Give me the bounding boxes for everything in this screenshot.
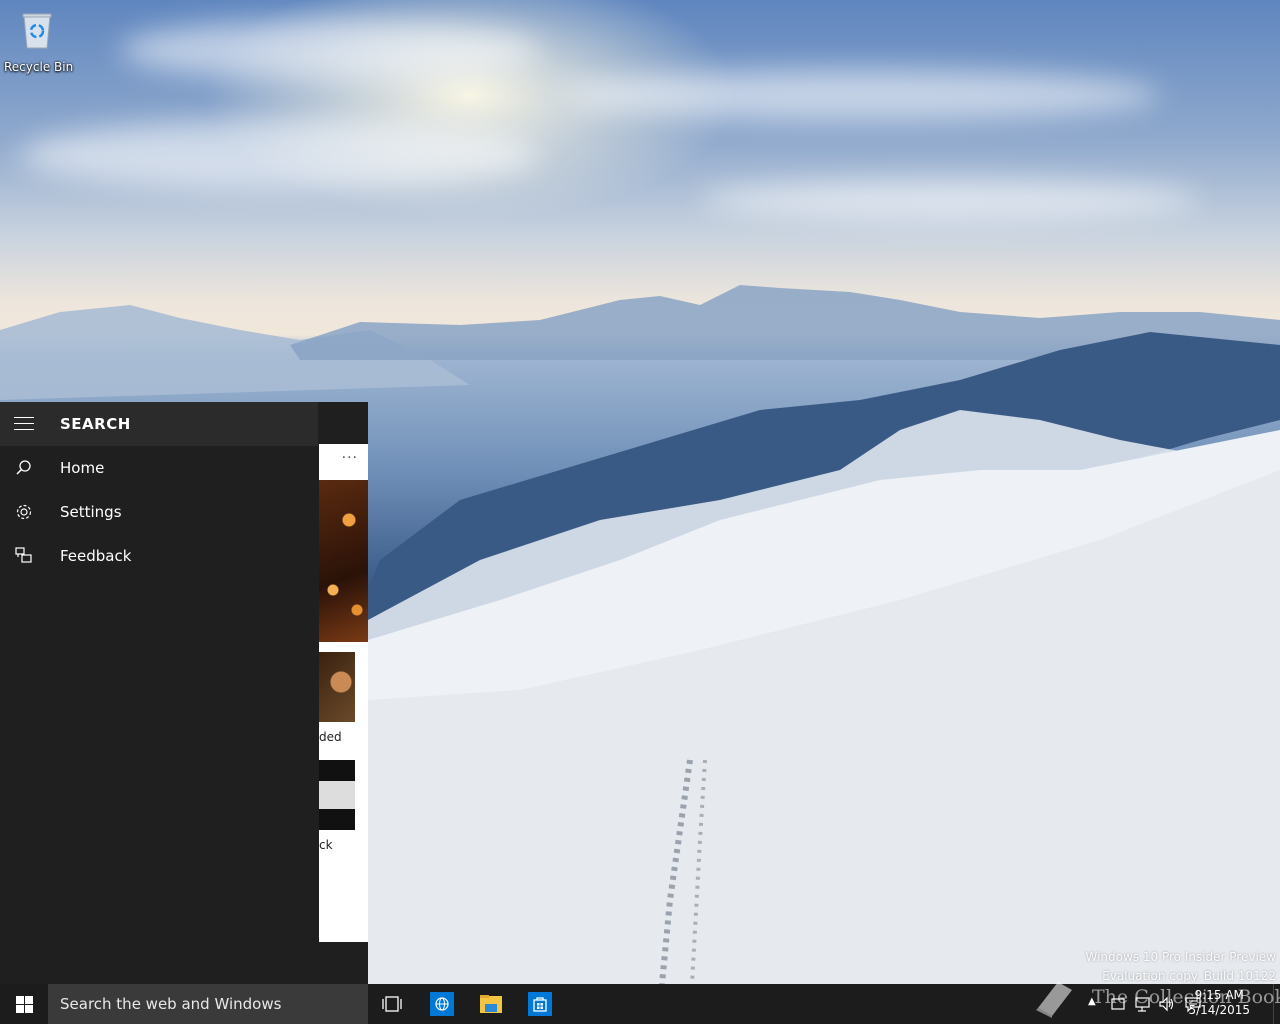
recycle-bin-icon — [20, 10, 54, 50]
search-menu-panel: SEARCH Home Settings Feedback — [0, 402, 318, 984]
task-view-button[interactable] — [368, 984, 416, 1024]
recycle-bin-label: Recycle Bin — [4, 60, 74, 74]
news-snippet[interactable]: ded — [319, 730, 342, 744]
feedback-icon — [14, 546, 34, 566]
news-thumbnail[interactable] — [319, 760, 355, 830]
taskbar-search-box[interactable]: Search the web and Windows — [48, 984, 368, 1024]
recycle-bin-shortcut[interactable]: Recycle Bin — [4, 6, 74, 78]
news-snippet[interactable]: ck — [319, 838, 333, 852]
menu-item-label: Home — [60, 459, 105, 477]
menu-item-label: Feedback — [60, 547, 132, 565]
task-view-icon — [382, 996, 402, 1012]
book-logo-icon — [1036, 982, 1072, 1018]
file-explorer-button[interactable] — [467, 984, 515, 1024]
gear-icon — [14, 502, 34, 522]
store-button[interactable] — [516, 984, 564, 1024]
news-thumbnail[interactable] — [319, 652, 355, 722]
cortana-content-pane: ··· ded ck — [318, 402, 368, 984]
news-photo[interactable] — [319, 480, 368, 642]
search-menu-header: SEARCH — [0, 402, 318, 446]
hamburger-menu-icon[interactable] — [14, 417, 34, 431]
watermark-line-1: Windows 10 Pro Insider Preview — [1085, 950, 1276, 964]
brand-text: The Collection Book — [1092, 986, 1280, 1008]
menu-item-label: Settings — [60, 503, 122, 521]
menu-item-home[interactable]: Home — [0, 446, 318, 490]
folder-icon — [480, 995, 502, 1013]
store-icon — [528, 992, 552, 1016]
search-placeholder: Search the web and Windows — [60, 995, 282, 1013]
globe-icon — [430, 992, 454, 1016]
start-button[interactable] — [0, 984, 48, 1024]
internet-explorer-button[interactable] — [418, 984, 466, 1024]
menu-item-feedback[interactable]: Feedback — [0, 534, 318, 578]
windows-logo-icon — [16, 996, 33, 1013]
brand-watermark: The Collection Book — [1030, 976, 1280, 1020]
content-card: ··· ded ck — [319, 444, 368, 942]
menu-item-settings[interactable]: Settings — [0, 490, 318, 534]
more-options-button[interactable]: ··· — [342, 450, 358, 466]
search-icon — [14, 458, 34, 478]
search-menu-title: SEARCH — [60, 415, 131, 433]
